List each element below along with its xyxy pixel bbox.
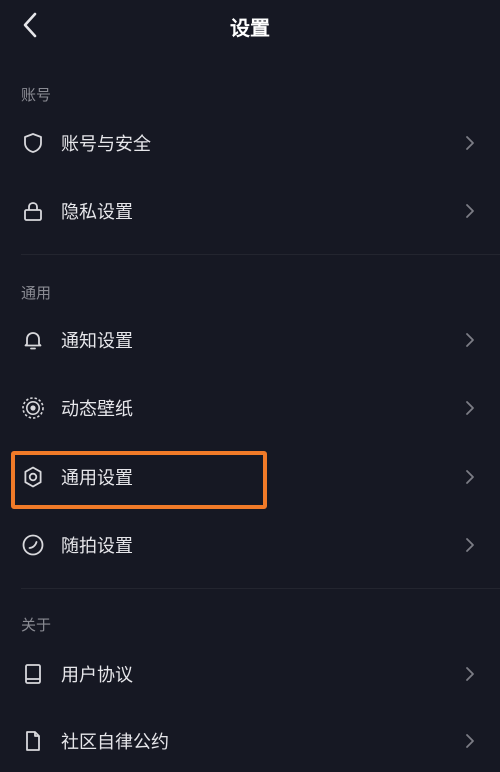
- section-divider: [21, 588, 500, 589]
- settings-item-privacy[interactable]: 隐私设置: [0, 180, 500, 242]
- document-icon: [26, 731, 40, 751]
- chevron-right-icon: [466, 538, 474, 552]
- item-label: 隐私设置: [61, 202, 133, 223]
- section-divider: [21, 254, 500, 255]
- chevron-right-icon: [466, 401, 474, 415]
- section-label-about: 关于: [21, 616, 52, 634]
- shoot-icon: [22, 534, 44, 556]
- section-label-general: 通用: [21, 284, 52, 302]
- wallpaper-icon: [22, 397, 44, 419]
- settings-item-user-agreement[interactable]: 用户协议: [0, 643, 500, 705]
- settings-item-live-wallpaper[interactable]: 动态壁纸: [0, 377, 500, 439]
- settings-item-shoot-settings[interactable]: 随拍设置: [0, 514, 500, 576]
- chevron-right-icon: [466, 734, 474, 748]
- item-label: 通知设置: [61, 331, 133, 352]
- book-icon: [25, 664, 41, 684]
- page-title: 设置: [230, 16, 270, 40]
- item-label: 用户协议: [61, 665, 133, 686]
- chevron-right-icon: [466, 136, 474, 150]
- item-label: 通用设置: [61, 468, 133, 489]
- section-label-account: 账号: [21, 86, 52, 104]
- item-label: 账号与安全: [61, 134, 151, 155]
- chevron-right-icon: [466, 667, 474, 681]
- chevron-right-icon: [466, 470, 474, 484]
- item-label: 社区自律公约: [61, 732, 169, 753]
- item-label: 动态壁纸: [61, 399, 133, 420]
- settings-item-account-security[interactable]: 账号与安全: [0, 112, 500, 174]
- lock-icon: [24, 202, 42, 221]
- shield-icon: [24, 133, 42, 153]
- item-label: 随拍设置: [61, 536, 133, 557]
- chevron-right-icon: [466, 204, 474, 218]
- gear-icon: [24, 466, 42, 488]
- settings-item-notifications[interactable]: 通知设置: [0, 309, 500, 371]
- chevron-right-icon: [466, 333, 474, 347]
- top-bar: 设置: [0, 0, 500, 52]
- bell-icon: [24, 332, 42, 350]
- settings-item-community-convention[interactable]: 社区自律公约: [0, 710, 500, 772]
- settings-item-general-settings[interactable]: 通用设置: [0, 446, 500, 508]
